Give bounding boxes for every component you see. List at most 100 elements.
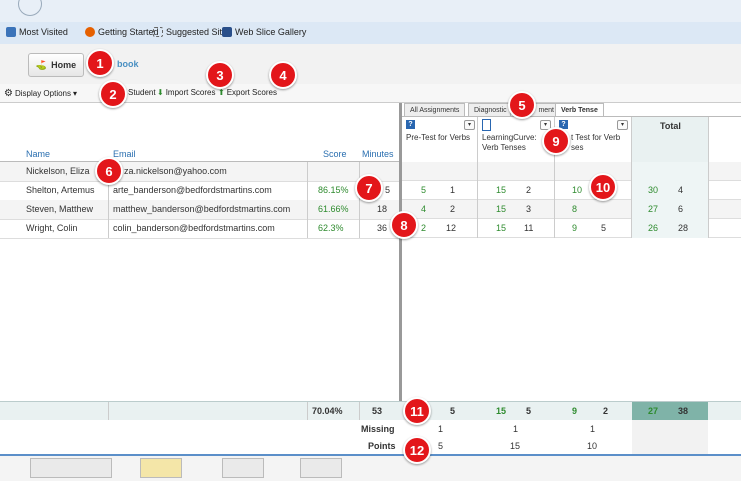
student-email: colin_banderson@bedfordstmartins.com [113, 223, 275, 233]
averages-row: 70.04% 53 5 15 5 9 2 27 38 [0, 401, 741, 421]
taskbar-button[interactable] [30, 458, 112, 478]
grade-score[interactable]: 10 [572, 185, 582, 195]
points-row: Points 5 15 10 [0, 438, 741, 454]
grade-score[interactable]: 5 [421, 185, 426, 195]
total-minutes: 28 [678, 223, 689, 233]
callout-marker: 7 [355, 174, 383, 202]
callout-marker: 2 [99, 80, 127, 108]
grade-score[interactable]: 2 [421, 223, 426, 233]
student-name: Wright, Colin [26, 223, 78, 233]
gradebook-link[interactable]: book [117, 59, 139, 69]
score-column-header[interactable]: Score [323, 149, 347, 159]
student-minutes: 18 [377, 204, 388, 214]
points-value: 10 [587, 441, 598, 451]
table-row[interactable]: Steven, Matthew matthew_banderson@bedfor… [0, 200, 400, 220]
grade-minutes: 2 [526, 185, 532, 195]
tab-verb-tense[interactable]: Verb Tense [555, 103, 604, 117]
bookmarks-bar: Most Visited Getting Started Suggested S… [0, 22, 741, 45]
table-row[interactable]: Nickelson, Eliza za.nickelson@yahoo.com [0, 162, 400, 182]
grade-score[interactable]: 8 [572, 204, 577, 214]
taskbar-button[interactable] [300, 458, 342, 478]
assignment-header-pretest[interactable]: ? ▾ Pre-Test for Verbs [402, 117, 478, 163]
gear-icon: ⚙ [4, 88, 13, 99]
student-score: 62.3% [318, 223, 344, 233]
callout-marker: 4 [269, 61, 297, 89]
student-minutes: 5 [385, 185, 391, 195]
minutes-column-header[interactable]: Minutes [362, 149, 394, 159]
grade-score[interactable]: 9 [572, 223, 577, 233]
missing-count: 1 [513, 424, 519, 434]
total-score: 27 [648, 204, 659, 214]
table-row[interactable]: Wright, Colin colin_banderson@bedfordstm… [0, 219, 400, 239]
taskbar [0, 454, 741, 481]
import-scores-button[interactable]: ⬇ Import Scores [157, 88, 216, 97]
total-minutes: 4 [678, 185, 684, 195]
callout-marker: 10 [589, 173, 617, 201]
bookmark-suggested-sites[interactable]: Suggested Sites [153, 27, 232, 37]
bookmark-getting-started[interactable]: Getting Started [85, 27, 159, 37]
grade-score[interactable]: 15 [496, 223, 506, 233]
missing-label: Missing [361, 424, 395, 434]
average-score: 9 [572, 406, 578, 416]
callout-marker: 1 [86, 49, 114, 77]
name-column-header[interactable]: Name [26, 149, 50, 159]
grade-minutes: 12 [446, 223, 457, 233]
document-icon [482, 119, 491, 131]
student-minutes: 36 [377, 223, 388, 233]
most-visited-icon [6, 27, 16, 37]
total-header[interactable]: Total [632, 117, 709, 163]
window-top-strip [0, 0, 741, 22]
suggested-sites-icon [153, 27, 163, 37]
average-minutes: 53 [372, 406, 383, 416]
total-score: 30 [648, 185, 659, 195]
assignment-name: LearningCurve: Verb Tenses [482, 133, 537, 152]
tab-all-assignments[interactable]: All Assignments [404, 103, 466, 117]
grade-minutes: 2 [450, 204, 456, 214]
dropdown-icon[interactable]: ▾ [464, 120, 475, 130]
email-column-header[interactable]: Email [113, 149, 136, 159]
total-column [632, 162, 708, 238]
column-divider [708, 117, 709, 238]
grade-score[interactable]: 15 [496, 185, 506, 195]
missing-row: Missing 1 1 1 [0, 420, 741, 439]
web-slice-icon [222, 27, 232, 37]
display-options-button[interactable]: ⚙ Display Options ▾ [4, 88, 77, 99]
bookmark-most-visited[interactable]: Most Visited [6, 27, 68, 37]
student-email: za.nickelson@yahoo.com [124, 166, 227, 176]
average-minutes: 5 [450, 406, 456, 416]
taskbar-button[interactable] [140, 458, 182, 478]
tab-diagnostic[interactable]: Diagnostic [468, 103, 513, 117]
student-button[interactable]: Student [128, 88, 156, 97]
grade-minutes: 5 [601, 223, 607, 233]
export-scores-button[interactable]: ⬆ Export Scores [218, 88, 277, 97]
student-name: Nickelson, Eliza [26, 166, 90, 176]
student-name: Steven, Matthew [26, 204, 94, 214]
column-divider [631, 117, 632, 238]
home-button[interactable]: ⛳ Home [28, 53, 84, 77]
grade-score[interactable]: 15 [496, 204, 506, 214]
assignment-name: t Test for Verb ses [571, 133, 621, 152]
column-divider [477, 117, 478, 238]
student-score: 61.66% [318, 204, 349, 214]
points-value: 15 [510, 441, 521, 451]
taskbar-button[interactable] [222, 458, 264, 478]
average-minutes: 5 [526, 406, 532, 416]
chevron-down-icon: ▾ [73, 89, 78, 98]
student-email: matthew_banderson@bedfordstmartins.com [113, 204, 291, 214]
student-name: Shelton, Artemus [26, 185, 95, 195]
assignment-tabs: All Assignments Diagnostic ment Verb Ten… [400, 103, 741, 117]
dropdown-icon[interactable]: ▾ [617, 120, 628, 130]
grade-score[interactable]: 4 [421, 204, 426, 214]
total-average-cell: 27 38 [632, 402, 708, 420]
student-email: arte_banderson@bedfordstmartins.com [113, 185, 272, 195]
callout-marker: 8 [390, 211, 418, 239]
total-minutes: 6 [678, 204, 684, 214]
grade-minutes: 1 [450, 185, 456, 195]
callout-marker: 3 [206, 61, 234, 89]
table-row[interactable]: Shelton, Artemus arte_banderson@bedfords… [0, 181, 400, 201]
points-label: Points [368, 441, 396, 451]
bookmark-web-slice-gallery[interactable]: Web Slice Gallery [222, 27, 306, 37]
callout-marker: 12 [403, 436, 431, 464]
average-score: 70.04% [312, 406, 343, 416]
average-minutes: 2 [603, 406, 609, 416]
